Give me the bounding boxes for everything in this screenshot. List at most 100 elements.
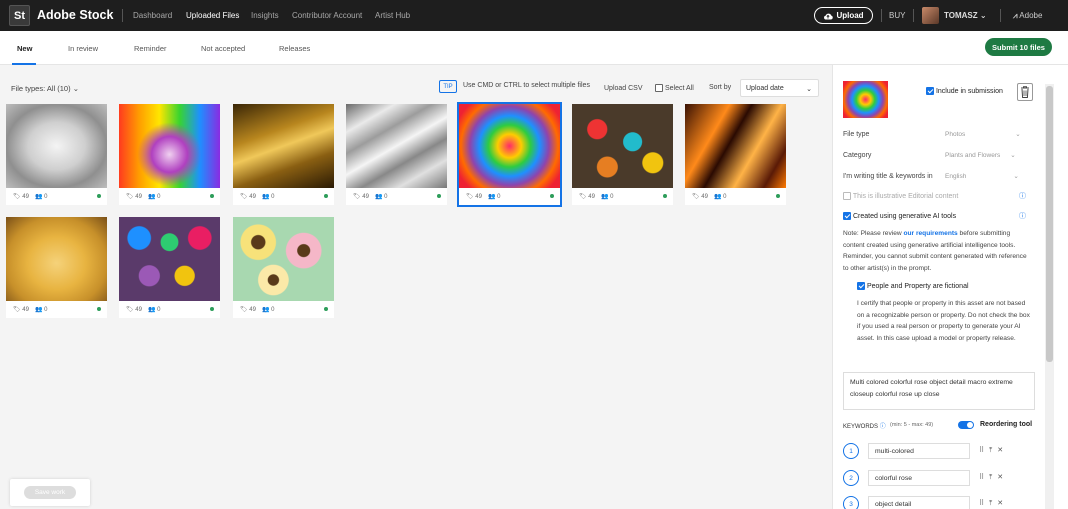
user-name: TOMASZ bbox=[944, 11, 978, 20]
file-meta: 🏷 49 👥 0 bbox=[6, 188, 107, 205]
stock-logo[interactable]: St bbox=[9, 5, 30, 26]
adobe-logo-icon: ⩘ bbox=[1013, 11, 1018, 20]
language-select[interactable]: English ⌄ bbox=[945, 172, 1019, 180]
remove-icon[interactable]: ✕ bbox=[997, 500, 1008, 507]
thumbnail-gold bbox=[233, 104, 334, 188]
tab-not-accepted[interactable]: Not accepted bbox=[201, 44, 245, 53]
status-dot bbox=[437, 194, 441, 198]
requirements-link[interactable]: our requirements bbox=[903, 230, 957, 237]
file-type-select[interactable]: Photos ⌄ bbox=[945, 130, 1021, 138]
nav-uploaded-files[interactable]: Uploaded Files bbox=[186, 11, 239, 20]
keyword-count: 🏷 49 bbox=[353, 194, 369, 200]
nav-insights[interactable]: Insights bbox=[251, 11, 279, 20]
user-menu[interactable]: TOMASZ ⌄ bbox=[944, 11, 987, 20]
save-work-button[interactable]: Save work bbox=[24, 486, 76, 499]
save-work-panel: Save work bbox=[10, 479, 90, 506]
tab-reminder[interactable]: Reminder bbox=[134, 44, 167, 53]
file-card[interactable]: 🏷 49 👥 0 bbox=[572, 104, 673, 205]
people-fictional-checkbox[interactable]: People and Property are fictional bbox=[857, 282, 969, 290]
file-card[interactable]: 🏷 49 👥 0 bbox=[119, 104, 220, 205]
editorial-checkbox[interactable]: This is illustrative Editorial content bbox=[843, 192, 958, 200]
file-card[interactable]: 🏷 49 👥 0 bbox=[6, 217, 107, 318]
file-card[interactable]: 🏷 49 👥 0 bbox=[233, 104, 334, 205]
upload-button[interactable]: Upload bbox=[814, 7, 873, 24]
file-types-filter[interactable]: File types: All (10) ⌄ bbox=[11, 84, 79, 93]
thumbnail-chips bbox=[6, 217, 107, 301]
checkbox-icon[interactable] bbox=[655, 84, 663, 92]
keywords-heading: KEYWORDS bbox=[843, 424, 879, 430]
chevron-down-icon: ⌄ bbox=[806, 86, 812, 93]
adobe-link[interactable]: ⩘ Adobe bbox=[1013, 11, 1042, 21]
info-icon[interactable]: ⓘ bbox=[880, 424, 886, 430]
remove-icon[interactable]: ✕ bbox=[997, 447, 1008, 454]
status-dot bbox=[663, 194, 667, 198]
include-in-submission[interactable]: Include in submission bbox=[926, 87, 1003, 95]
category-label: Category bbox=[843, 152, 872, 159]
tab-new[interactable]: New bbox=[17, 44, 32, 53]
info-icon[interactable]: ⓘ bbox=[1019, 191, 1026, 201]
category-select[interactable]: Plants and Flowers ⌄ bbox=[945, 151, 1016, 159]
file-meta: 🏷 49 👥 0 bbox=[459, 188, 560, 205]
people-fictional-box[interactable] bbox=[857, 282, 865, 290]
divider bbox=[122, 9, 123, 22]
buy-link[interactable]: BUY bbox=[889, 11, 905, 20]
generative-ai-checkbox[interactable]: Created using generative AI tools bbox=[843, 212, 956, 220]
drag-handle-icon[interactable]: ⠿ bbox=[979, 447, 989, 454]
language-label: I'm writing title & keywords in bbox=[843, 173, 933, 180]
scrollbar-thumb[interactable] bbox=[1046, 86, 1053, 362]
sort-select[interactable]: Upload date ⌄ bbox=[740, 79, 819, 97]
keyword-count: 🏷 49 bbox=[579, 194, 595, 200]
tab-releases[interactable]: Releases bbox=[279, 44, 310, 53]
include-label: Include in submission bbox=[935, 87, 1003, 95]
keyword-input[interactable]: colorful rose bbox=[868, 470, 970, 486]
keyword-input[interactable]: multi-colored bbox=[868, 443, 970, 459]
avatar[interactable] bbox=[922, 7, 939, 24]
file-card[interactable]: 🏷 49 👥 0 bbox=[119, 217, 220, 318]
select-all-checkbox[interactable]: Select All bbox=[655, 84, 694, 92]
file-card[interactable]: 🏷 49 👥 0 bbox=[6, 104, 107, 205]
tip-badge: TIP bbox=[439, 80, 457, 93]
keyword-count: 🏷 49 bbox=[126, 307, 142, 313]
keyword-input[interactable]: object detail bbox=[868, 496, 970, 509]
info-icon[interactable]: ⓘ bbox=[1019, 211, 1026, 221]
tab-in-review[interactable]: In review bbox=[68, 44, 98, 53]
keyword-actions: ⠿⤒✕ bbox=[979, 446, 1008, 455]
keyword-index: 1 bbox=[843, 443, 859, 459]
submit-files-button[interactable]: Submit 10 files bbox=[985, 38, 1052, 56]
file-card[interactable]: 🏷 49 👥 0 bbox=[346, 104, 447, 205]
editorial-box[interactable] bbox=[843, 192, 851, 200]
drag-handle-icon[interactable]: ⠿ bbox=[979, 474, 989, 481]
sort-value: Upload date bbox=[746, 85, 784, 92]
delete-button[interactable] bbox=[1017, 83, 1033, 101]
title-textarea[interactable]: Multi colored colorful rose object detai… bbox=[843, 372, 1035, 410]
keyword-actions: ⠿⤒✕ bbox=[979, 473, 1008, 482]
status-tabs: New In review Reminder Not accepted Rele… bbox=[0, 31, 1068, 65]
reordering-label: Reordering tool bbox=[980, 421, 1033, 428]
nav-artist-hub[interactable]: Artist Hub bbox=[375, 11, 410, 20]
divider bbox=[881, 9, 882, 22]
nav-contributor-account[interactable]: Contributor Account bbox=[292, 11, 362, 20]
thumbnail-rose bbox=[459, 104, 560, 188]
file-card[interactable]: 🏷 49 👥 0 bbox=[685, 104, 786, 205]
top-bar: St Adobe Stock Dashboard Uploaded Files … bbox=[0, 0, 1068, 31]
people-count: 👥 0 bbox=[487, 194, 501, 200]
nav-dashboard[interactable]: Dashboard bbox=[133, 11, 172, 20]
drag-handle-icon[interactable]: ⠿ bbox=[979, 500, 989, 507]
brand-name[interactable]: Adobe Stock bbox=[37, 8, 113, 22]
file-card-selected[interactable]: 🏷 49 👥 0 bbox=[457, 102, 562, 207]
tip-text: Use CMD or CTRL to select multiple files bbox=[463, 82, 590, 89]
file-type-value: Photos bbox=[945, 131, 966, 138]
gen-ai-box[interactable] bbox=[843, 212, 851, 220]
file-card[interactable]: 🏷 49 👥 0 bbox=[233, 217, 334, 318]
upload-csv-link[interactable]: Upload CSV bbox=[604, 85, 643, 92]
remove-icon[interactable]: ✕ bbox=[997, 474, 1008, 481]
reordering-toggle[interactable] bbox=[958, 421, 974, 429]
active-tab-indicator bbox=[12, 63, 36, 65]
keyword-count: 🏷 49 bbox=[240, 194, 256, 200]
note-text: Note: Please review bbox=[843, 230, 904, 237]
keyword-count: 🏷 49 bbox=[126, 194, 142, 200]
keywords-label: KEYWORDS ⓘ bbox=[843, 421, 886, 430]
details-panel: Include in submission File type Photos ⌄ … bbox=[832, 65, 1068, 509]
include-checkbox[interactable] bbox=[926, 87, 934, 95]
selected-thumbnail bbox=[843, 81, 888, 118]
